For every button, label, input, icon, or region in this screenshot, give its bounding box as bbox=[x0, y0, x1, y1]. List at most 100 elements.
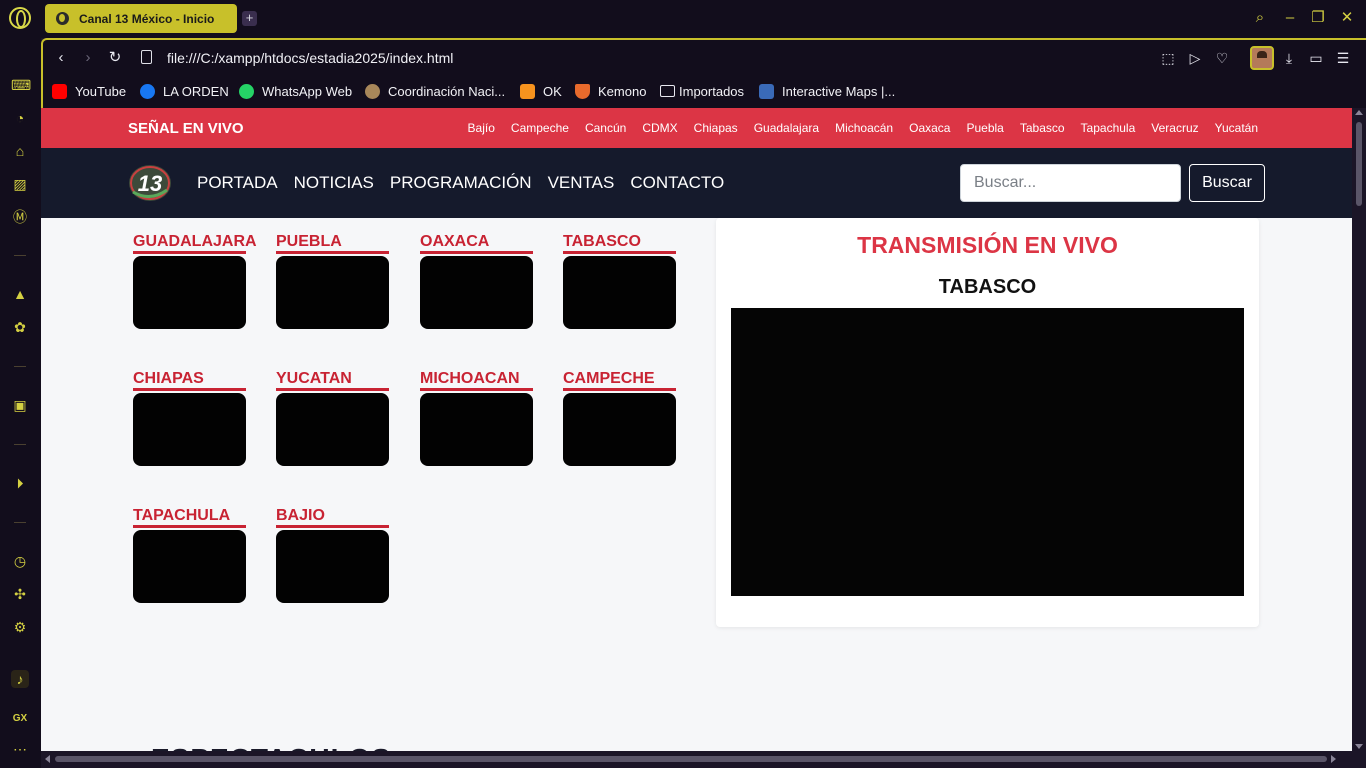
bookmark-folder-importados[interactable]: Importados bbox=[660, 82, 744, 100]
station-label[interactable]: BAJIO bbox=[276, 506, 389, 528]
horizontal-scrollbar[interactable] bbox=[41, 751, 1366, 768]
station-card[interactable]: YUCATAN bbox=[276, 369, 389, 466]
station-video-thumbnail[interactable] bbox=[563, 256, 676, 329]
station-video-thumbnail[interactable] bbox=[276, 530, 389, 603]
region-link[interactable]: Veracruz bbox=[1151, 121, 1198, 135]
battery-icon[interactable]: ▭ bbox=[1308, 50, 1324, 66]
gx-corner-icon[interactable]: ⌂ bbox=[11, 142, 29, 160]
station-card[interactable]: PUEBLA bbox=[276, 232, 389, 329]
station-label[interactable]: CHIAPAS bbox=[133, 369, 246, 391]
settings-gear-icon[interactable]: ⚙ bbox=[11, 618, 29, 636]
play-circle-icon[interactable]: ⏵ bbox=[11, 474, 29, 492]
region-link[interactable]: Yucatán bbox=[1215, 121, 1258, 135]
gx-label-icon[interactable]: GX bbox=[11, 710, 29, 728]
region-link[interactable]: Chiapas bbox=[694, 121, 738, 135]
url-field[interactable]: file:///C:/xampp/htdocs/estadia2025/inde… bbox=[167, 50, 453, 66]
nav-programacion[interactable]: PROGRAMACIÓN bbox=[390, 173, 532, 193]
nav-portada[interactable]: PORTADA bbox=[197, 173, 278, 193]
station-card[interactable]: BAJIO bbox=[276, 506, 389, 603]
station-video-thumbnail[interactable] bbox=[133, 393, 246, 466]
speedometer-icon[interactable]: ◔ bbox=[11, 109, 29, 127]
station-label[interactable]: YUCATAN bbox=[276, 369, 389, 391]
opera-menu-icon[interactable] bbox=[9, 7, 31, 29]
search-tabs-icon[interactable]: ⌕ bbox=[1252, 10, 1268, 26]
region-link[interactable]: Tapachula bbox=[1081, 121, 1136, 135]
region-link[interactable]: Michoacán bbox=[835, 121, 893, 135]
forward-icon[interactable]: › bbox=[80, 50, 96, 66]
station-video-thumbnail[interactable] bbox=[133, 530, 246, 603]
region-link[interactable]: Oaxaca bbox=[909, 121, 950, 135]
bookmark-coordinacion[interactable]: Coordinación Naci... bbox=[365, 82, 505, 100]
region-link[interactable]: Puebla bbox=[966, 121, 1003, 135]
browser-tab-active[interactable]: Canal 13 México - Inicio bbox=[45, 4, 237, 33]
station-card[interactable]: TABASCO bbox=[563, 232, 676, 329]
station-card[interactable]: OAXACA bbox=[420, 232, 533, 329]
region-link[interactable]: Cancún bbox=[585, 121, 626, 135]
restore-icon[interactable]: ❐ bbox=[1310, 10, 1326, 26]
search-input[interactable] bbox=[960, 164, 1181, 202]
scroll-right-arrow-icon[interactable] bbox=[1331, 755, 1336, 763]
station-video-thumbnail[interactable] bbox=[276, 256, 389, 329]
gx-control-icon[interactable]: ♪ bbox=[11, 670, 29, 688]
search-button[interactable]: Buscar bbox=[1189, 164, 1265, 202]
new-tab-button[interactable]: + bbox=[242, 11, 257, 26]
station-label[interactable]: PUEBLA bbox=[276, 232, 389, 254]
vertical-scroll-thumb[interactable] bbox=[1356, 122, 1362, 206]
station-video-thumbnail[interactable] bbox=[420, 256, 533, 329]
bookmark-la-orden[interactable]: LA ORDEN bbox=[140, 82, 229, 100]
scroll-down-arrow-icon[interactable] bbox=[1355, 744, 1363, 749]
profile-avatar[interactable] bbox=[1250, 46, 1274, 70]
twitch-icon[interactable]: ▣ bbox=[11, 396, 29, 414]
horizontal-scroll-thumb[interactable] bbox=[55, 756, 1327, 762]
extensions-icon[interactable]: ✣ bbox=[11, 585, 29, 603]
region-link[interactable]: CDMX bbox=[642, 121, 677, 135]
easy-setup-icon[interactable]: ☰ bbox=[1335, 50, 1351, 66]
station-label[interactable]: TAPACHULA bbox=[133, 506, 246, 528]
reload-icon[interactable]: ↻ bbox=[107, 50, 123, 66]
aria-icon[interactable]: ▲ bbox=[11, 285, 29, 303]
station-video-thumbnail[interactable] bbox=[276, 393, 389, 466]
nav-noticias[interactable]: NOTICIAS bbox=[294, 173, 374, 193]
station-video-thumbnail[interactable] bbox=[563, 393, 676, 466]
station-card[interactable]: TAPACHULA bbox=[133, 506, 246, 603]
bookmark-whatsapp[interactable]: WhatsApp Web bbox=[239, 82, 352, 100]
station-card[interactable]: GUADALAJARA bbox=[133, 232, 257, 329]
station-label[interactable]: GUADALAJARA bbox=[133, 232, 257, 254]
scroll-up-arrow-icon[interactable] bbox=[1355, 110, 1363, 115]
close-icon[interactable]: ✕ bbox=[1339, 10, 1355, 26]
bookmark-ok[interactable]: OK bbox=[520, 82, 562, 100]
station-label[interactable]: CAMPECHE bbox=[563, 369, 676, 391]
live-video-player[interactable] bbox=[731, 308, 1244, 596]
snapshot-icon[interactable]: ⬚ bbox=[1160, 50, 1176, 66]
station-card[interactable]: MICHOACAN bbox=[420, 369, 533, 466]
station-label[interactable]: TABASCO bbox=[563, 232, 676, 254]
download-icon[interactable]: ⤓ bbox=[1281, 50, 1297, 66]
bookmark-youtube[interactable]: YouTube bbox=[52, 82, 126, 100]
region-link[interactable]: Campeche bbox=[511, 121, 569, 135]
heart-icon[interactable]: ♡ bbox=[1214, 50, 1230, 66]
nav-ventas[interactable]: VENTAS bbox=[548, 173, 615, 193]
station-label[interactable]: MICHOACAN bbox=[420, 369, 533, 391]
region-link[interactable]: Tabasco bbox=[1020, 121, 1065, 135]
canal-13-logo[interactable]: 13 bbox=[127, 162, 173, 204]
station-video-thumbnail[interactable] bbox=[420, 393, 533, 466]
scroll-left-arrow-icon[interactable] bbox=[45, 755, 50, 763]
nav-contacto[interactable]: CONTACTO bbox=[630, 173, 724, 193]
history-clock-icon[interactable]: ◷ bbox=[11, 552, 29, 570]
minimize-icon[interactable]: – bbox=[1282, 10, 1298, 26]
station-label[interactable]: OAXACA bbox=[420, 232, 533, 254]
vertical-scrollbar[interactable] bbox=[1352, 108, 1366, 751]
station-video-thumbnail[interactable] bbox=[133, 256, 246, 329]
send-icon[interactable]: ▷ bbox=[1187, 50, 1203, 66]
region-link[interactable]: Bajío bbox=[468, 121, 495, 135]
bookmark-kemono[interactable]: Kemono bbox=[575, 82, 646, 100]
station-card[interactable]: CAMPECHE bbox=[563, 369, 676, 466]
more-options-icon[interactable]: ⋯ bbox=[11, 740, 29, 758]
region-link[interactable]: Guadalajara bbox=[754, 121, 819, 135]
chatgpt-icon[interactable]: ✿ bbox=[11, 318, 29, 336]
back-icon[interactable]: ‹ bbox=[53, 50, 69, 66]
station-card[interactable]: CHIAPAS bbox=[133, 369, 246, 466]
messenger-m-icon[interactable]: Ⓜ bbox=[11, 208, 29, 226]
player-icon[interactable]: ▨ bbox=[11, 175, 29, 193]
bookmark-interactive-maps[interactable]: Interactive Maps |... bbox=[759, 82, 895, 100]
